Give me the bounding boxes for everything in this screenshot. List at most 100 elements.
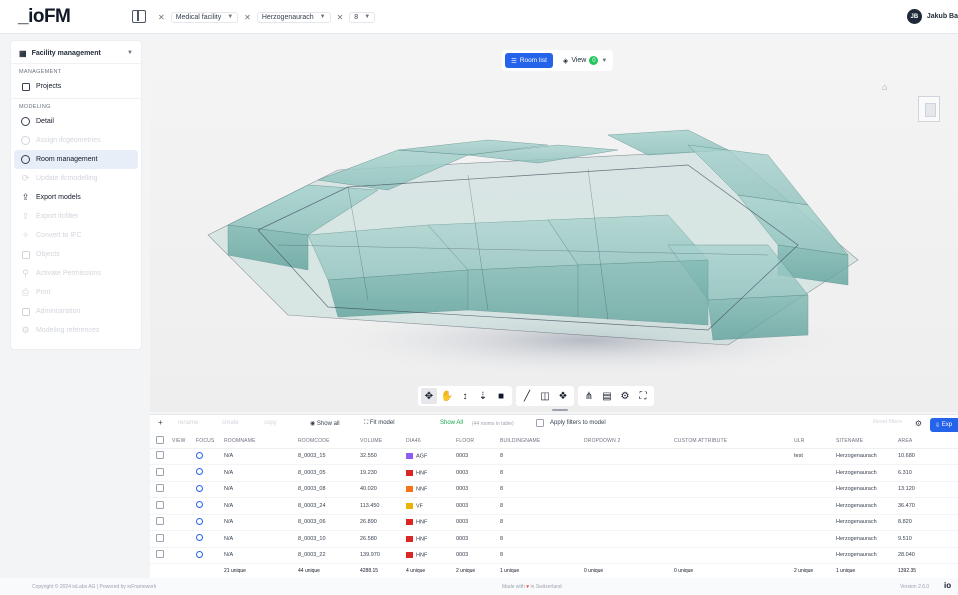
column-header-buildingname[interactable]: BUILDINGNAME — [500, 435, 584, 449]
module-select[interactable]: ▦ Facility management ▼ — [15, 45, 137, 61]
app-logo[interactable]: _ioFM — [18, 6, 71, 28]
row-checkbox[interactable] — [150, 481, 172, 498]
custom-attribute-cell — [674, 448, 794, 465]
focus-icon[interactable] — [196, 497, 224, 515]
row-checkbox[interactable] — [150, 497, 172, 515]
zoom-vertical-icon[interactable]: ↕ — [457, 388, 473, 404]
add-row-icon[interactable]: + — [158, 418, 163, 427]
rename-button[interactable]: rename — [178, 420, 198, 426]
explode-icon[interactable]: ❖ — [555, 388, 571, 404]
home-icon[interactable]: ⌂ — [882, 82, 887, 92]
create-button[interactable]: create — [222, 420, 239, 426]
table-row[interactable]: N/A 8_0003_10 26.580 HNF 0003 8 Herzogenaurach… — [150, 530, 958, 548]
apply-filters-checkbox[interactable] — [536, 419, 544, 429]
sidebar-item-detail[interactable]: Detail — [14, 112, 138, 131]
room-list-label: Room list — [519, 57, 547, 64]
sidebar-item-administration[interactable]: Administration — [14, 302, 138, 321]
building-model-3d[interactable] — [168, 95, 868, 385]
view-cube-icon[interactable] — [918, 96, 940, 122]
top-bar: _ioFM ✕ Medical facility ▼ ✕ Herzogenaur… — [0, 0, 958, 34]
facility-select[interactable]: Medical facility ▼ — [170, 11, 239, 23]
volume-cell: 19.230 — [360, 464, 406, 482]
focus-icon[interactable] — [196, 547, 224, 564]
reset-filters-input[interactable]: Reset filters — [873, 419, 902, 425]
room-list-button[interactable]: ☰ Room list — [505, 53, 553, 68]
measure-icon[interactable]: ╱ — [519, 388, 535, 404]
copy-button[interactable]: copy — [264, 420, 277, 426]
table-row[interactable]: N/A 8_0003_05 19.230 HNF 0003 8 Herzogenaurach… — [150, 464, 958, 482]
volume-cell: 139.970 — [360, 547, 406, 564]
user-menu[interactable]: JB Jakub Ba — [906, 9, 958, 24]
focus-icon[interactable] — [196, 530, 224, 548]
view-dropdown[interactable]: ◈ View 0 ▼ — [563, 56, 607, 65]
export-button[interactable]: ⇩ Exp — [930, 418, 958, 432]
panel-resize-handle[interactable] — [552, 409, 568, 411]
sidebar-item-convert-ifc[interactable]: ✧ Convert to IFC — [14, 226, 138, 245]
fit-model-button[interactable]: ⛶ Fit model — [364, 420, 395, 427]
settings-icon[interactable]: ⚙ — [617, 388, 633, 404]
column-header-floor[interactable]: FLOOR — [456, 435, 500, 449]
column-header-roomname[interactable]: ROOMNAME — [224, 435, 298, 449]
section-modeling: MODELING — [11, 98, 141, 112]
walk-icon[interactable]: ⇣ — [475, 388, 491, 404]
edit-tools: ╱ ◫ ❖ — [516, 386, 574, 406]
tree-icon[interactable]: ⋔ — [581, 388, 597, 404]
focus-icon[interactable] — [196, 464, 224, 482]
sidebar-item-export-models[interactable]: ⇪ Export models — [14, 188, 138, 207]
section-cube-icon[interactable]: ◫ — [537, 388, 553, 404]
select-all-checkbox[interactable] — [150, 435, 172, 449]
row-checkbox[interactable] — [150, 514, 172, 531]
table-row[interactable]: N/A 8_0003_06 26.890 HNF 0003 8 Herzogenaurach… — [150, 514, 958, 531]
table-row[interactable]: N/A 8_0003_15 32.550 AGF 0003 8 test Herzogenau… — [150, 448, 958, 465]
column-header-dropdown-2[interactable]: DROPDOWN 2 — [584, 435, 674, 449]
camera-icon[interactable]: ■ — [493, 388, 509, 404]
copyright-text: Copyright © 2024 ioLabs AG | Powered by … — [32, 584, 157, 590]
orbit-icon[interactable]: ✥ — [421, 388, 437, 404]
column-header-focus[interactable]: FOCUS — [196, 435, 224, 449]
properties-icon[interactable]: ▤ — [599, 388, 615, 404]
show-all-toggle[interactable]: Show All — [440, 420, 463, 426]
sidebar-item-update-modelling[interactable]: ⟳ Update ifcmodelling — [14, 169, 138, 188]
close-icon[interactable]: ✕ — [337, 13, 344, 22]
sidebar-item-modeling-references[interactable]: ⚙ Modeling references — [14, 321, 138, 340]
close-icon[interactable]: ✕ — [158, 13, 165, 22]
sidebar-item-room-management[interactable]: Room management — [14, 150, 138, 169]
column-header-volume[interactable]: VOLUME — [360, 435, 406, 449]
focus-icon[interactable] — [196, 448, 224, 465]
close-icon[interactable]: ✕ — [244, 13, 251, 22]
sidebar-item-print[interactable]: ⎙ Print — [14, 283, 138, 302]
level-select[interactable]: 8 ▼ — [349, 11, 376, 23]
custom-attribute-cell — [674, 497, 794, 515]
gear-icon[interactable]: ⚙ — [915, 419, 922, 428]
sidebar-item-permissions[interactable]: ⚲ Activate Permissions — [14, 264, 138, 283]
column-header-custom-attribute[interactable]: CUSTOM ATTRIBUTE — [674, 435, 794, 449]
focus-icon[interactable] — [196, 514, 224, 531]
table-row[interactable]: N/A 8_0003_08 40.020 NNF 0003 8 Herzogenaurach… — [150, 481, 958, 498]
sidebar-item-objects[interactable]: Objects — [14, 245, 138, 264]
column-header-sitename[interactable]: SITENAME — [836, 435, 898, 449]
table-header-row: VIEW FOCUS ROOMNAME ROOMCODE VOLUME DIA4… — [150, 435, 958, 449]
column-header-dia46[interactable]: DIA46 — [406, 435, 456, 449]
table-row[interactable]: N/A 8_0003_22 139.970 HNF 0003 8 Herzogenaurac… — [150, 547, 958, 564]
column-header-area[interactable]: AREA — [898, 435, 958, 449]
sidebar-item-export-filter[interactable]: ⇪ Export ifcfilter — [14, 207, 138, 226]
sidebar-collapse-icon[interactable] — [132, 10, 146, 23]
show-all-button[interactable]: ◉ Show all — [310, 420, 340, 427]
row-checkbox[interactable] — [150, 464, 172, 482]
pan-hand-icon[interactable]: ✋ — [439, 388, 455, 404]
model-viewer[interactable]: ☰ Room list ◈ View 0 ▼ ⌂ ✥ ✋ ↕ ⇣ ■ ╱ ◫ ❖… — [150, 40, 958, 412]
row-checkbox[interactable] — [150, 530, 172, 548]
fullscreen-icon[interactable]: ⛶ — [635, 388, 651, 404]
site-select[interactable]: Herzogenaurach ▼ — [256, 11, 331, 23]
sidebar-item-assign-geometries[interactable]: Assign ifcgeometries — [14, 131, 138, 150]
table-row[interactable]: N/A 8_0003_24 113.450 VF 0003 8 Herzogenaurach… — [150, 497, 958, 515]
column-header-ulr[interactable]: ULR — [794, 435, 836, 449]
sidebar-item-projects[interactable]: Projects — [14, 77, 138, 96]
row-checkbox[interactable] — [150, 448, 172, 465]
gear-icon: ⚙ — [21, 325, 30, 335]
dia46-cell: HNF — [406, 547, 456, 564]
column-header-view[interactable]: VIEW — [172, 435, 196, 449]
column-header-roomcode[interactable]: ROOMCODE — [298, 435, 360, 449]
focus-icon[interactable] — [196, 481, 224, 498]
row-checkbox[interactable] — [150, 547, 172, 564]
